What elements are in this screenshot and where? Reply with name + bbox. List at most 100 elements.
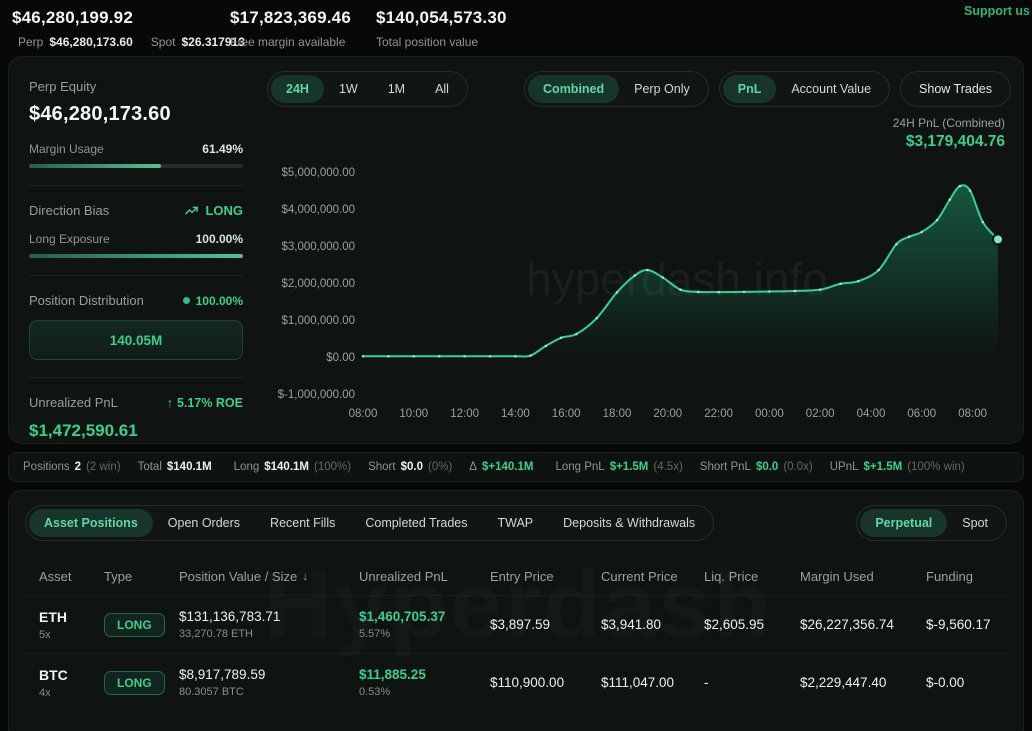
summary-upnl: UPnL$+1.5M(100% win)	[830, 461, 965, 473]
toggle-perpetual[interactable]: Perpetual	[860, 509, 947, 537]
tab-twap[interactable]: TWAP	[482, 509, 548, 537]
chart-point	[661, 276, 664, 279]
unrealized-pnl-value: $1,472,590.61	[29, 421, 243, 441]
toggle-account-value[interactable]: Account Value	[776, 75, 886, 103]
chart-point	[895, 243, 898, 246]
account-header: $46,280,199.92 Perp $46,280,173.60 Spot …	[0, 0, 1032, 56]
position-value: $131,136,783.71	[179, 609, 359, 624]
tab-recent-fills[interactable]: Recent Fills	[255, 509, 350, 537]
current-price: $3,941.80	[601, 617, 704, 632]
chart-point	[387, 355, 390, 358]
position-size: 80.3057 BTC	[179, 686, 359, 698]
x-tick-label: 04:00	[857, 408, 886, 420]
chart-point	[959, 185, 962, 188]
chart-point	[438, 355, 441, 358]
col-unrealized-pnl: Unrealized PnL	[359, 569, 490, 584]
y-tick-label: $-1,000,000.00	[278, 389, 355, 401]
roe-value: 5.17% ROE	[177, 396, 243, 410]
table-row-btc[interactable]: BTC 4x LONG $8,917,789.59 80.3057 BTC $1…	[25, 653, 1007, 711]
y-tick-label: $4,000,000.00	[281, 204, 355, 216]
chart-point	[646, 269, 649, 272]
positions-table-card: Hyperdash Asset Positions Open Orders Re…	[8, 490, 1024, 731]
toggle-perp-only[interactable]: Perp Only	[619, 75, 705, 103]
toggle-spot[interactable]: Spot	[947, 509, 1003, 537]
chart-point	[794, 290, 797, 293]
unrealized-pnl-pct: 0.53%	[359, 686, 490, 698]
long-badge: LONG	[104, 613, 165, 637]
x-tick-label: 08:00	[349, 408, 378, 420]
summary-delta: Δ$+140.1M	[469, 461, 538, 473]
chart-point	[362, 355, 365, 358]
tab-completed-trades[interactable]: Completed Trades	[350, 509, 482, 537]
x-tick-label: 02:00	[806, 408, 835, 420]
y-tick-label: $5,000,000.00	[281, 167, 355, 179]
margin-usage-bar	[29, 164, 243, 168]
range-button-all[interactable]: All	[420, 75, 464, 103]
chart-pnl-summary: 24H PnL (Combined) $3,179,404.76	[893, 116, 1005, 151]
col-position-value-size[interactable]: Position Value / Size ↓	[179, 569, 359, 584]
range-button-24h[interactable]: 24H	[271, 75, 324, 103]
chart-point	[529, 354, 532, 357]
chart-point	[545, 345, 548, 348]
chart-point	[877, 269, 880, 272]
col-entry-price: Entry Price	[490, 569, 601, 584]
x-tick-label: 00:00	[755, 408, 784, 420]
direction-bias-value: LONG	[205, 203, 243, 218]
time-range-group: 24H 1W 1M All	[267, 71, 468, 107]
chart-point	[921, 231, 924, 234]
tab-open-orders[interactable]: Open Orders	[153, 509, 255, 537]
table-header-row: Asset Type Position Value / Size ↓ Unrea…	[25, 557, 1007, 595]
long-exposure-bar	[29, 254, 243, 258]
support-us-link[interactable]: Support us	[964, 4, 1030, 18]
long-exposure-label: Long Exposure	[29, 232, 110, 246]
y-tick-label: $1,000,000.00	[281, 315, 355, 327]
long-badge: LONG	[104, 671, 165, 695]
spot-label: Spot	[151, 35, 176, 49]
chart-end-dot	[993, 234, 1003, 244]
chart-point	[679, 288, 682, 291]
chart-point	[717, 291, 720, 294]
toggle-combined[interactable]: Combined	[528, 75, 619, 103]
tab-asset-positions[interactable]: Asset Positions	[29, 509, 153, 537]
position-distribution-box[interactable]: 140.05M	[29, 320, 243, 360]
liq-price: -	[704, 675, 800, 690]
chart-point	[575, 333, 578, 336]
asset-leverage: 5x	[39, 629, 104, 641]
asset-symbol: BTC	[39, 667, 104, 683]
chart-point	[595, 317, 598, 320]
entry-price: $3,897.59	[490, 617, 601, 632]
range-button-1w[interactable]: 1W	[324, 75, 373, 103]
x-tick-label: 22:00	[704, 408, 733, 420]
unrealized-pnl: $1,460,705.37	[359, 609, 490, 624]
total-position-value: $140,054,573.30	[376, 8, 507, 28]
value-toggle-group: PnL Account Value	[719, 71, 890, 107]
chart-point	[413, 355, 416, 358]
y-tick-label: $0.00	[326, 352, 355, 364]
chart-point	[819, 288, 822, 291]
show-trades-button[interactable]: Show Trades	[900, 71, 1011, 107]
chart-point	[633, 274, 636, 277]
toggle-pnl[interactable]: PnL	[723, 75, 777, 103]
margin-used: $2,229,447.40	[800, 675, 926, 690]
tab-deposits-withdrawals[interactable]: Deposits & Withdrawals	[548, 509, 710, 537]
funding: $-0.00	[926, 675, 1007, 690]
x-tick-label: 10:00	[399, 408, 428, 420]
free-margin-label: Free margin available	[230, 35, 376, 49]
distribution-dot-icon	[183, 297, 190, 304]
chart-point	[697, 291, 700, 294]
margin-usage-label: Margin Usage	[29, 142, 104, 156]
equity-chart-card: Perp Equity $46,280,173.60 Margin Usage …	[8, 56, 1024, 444]
chart-point	[948, 198, 951, 201]
table-row-eth[interactable]: ETH 5x LONG $131,136,783.71 33,270.78 ET…	[25, 595, 1007, 653]
unrealized-pnl: $11,885.25	[359, 667, 490, 682]
direction-bias-label: Direction Bias	[29, 203, 109, 218]
position-distribution-pct: 100.00%	[196, 294, 243, 308]
roe-up-arrow-icon: ↑	[167, 396, 173, 410]
pnl-area-chart[interactable]: hyperdash.info$5,000,000.00$4,000,000.00…	[267, 153, 1011, 425]
col-margin-used: Margin Used	[800, 569, 926, 584]
long-exposure-value: 100.00%	[196, 232, 243, 246]
range-button-1m[interactable]: 1M	[373, 75, 420, 103]
chart-point	[463, 355, 466, 358]
funding: $-9,560.17	[926, 617, 1007, 632]
equity-side-panel: Perp Equity $46,280,173.60 Margin Usage …	[9, 57, 261, 443]
